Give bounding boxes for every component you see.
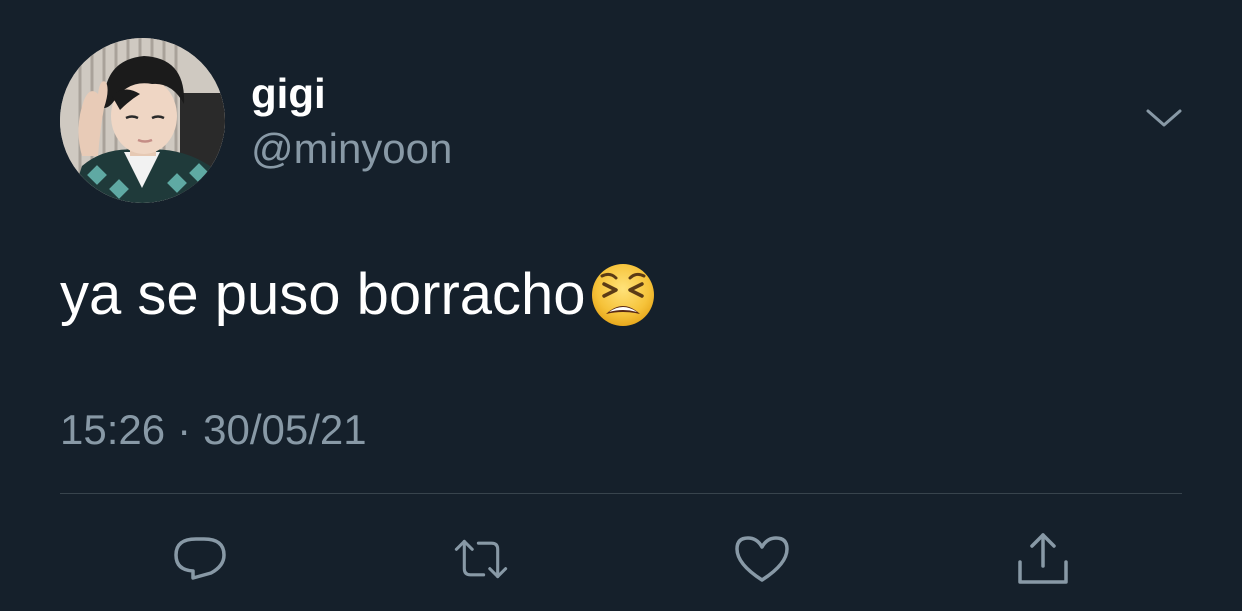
timestamp[interactable]: 15:26 · 30/05/21 — [60, 405, 367, 455]
reply-button[interactable] — [171, 530, 229, 588]
username-handle[interactable]: @minyoon — [251, 124, 452, 174]
divider — [60, 493, 1182, 494]
avatar[interactable] — [60, 38, 225, 203]
share-button[interactable] — [1014, 530, 1072, 588]
retweet-icon — [454, 539, 508, 579]
tweet-time: 15:26 — [60, 406, 166, 453]
tired-face-emoji-icon — [591, 264, 654, 326]
tweet-card: gigi @minyoon ya se puso borracho 15:26 … — [0, 0, 1242, 611]
share-icon — [1018, 533, 1068, 584]
tweet-text: ya se puso borracho — [60, 262, 656, 328]
reply-icon — [174, 537, 226, 580]
tweet-text-content: ya se puso borracho — [60, 262, 586, 327]
like-button[interactable] — [733, 530, 791, 588]
display-name[interactable]: gigi — [251, 70, 326, 118]
retweet-button[interactable] — [452, 530, 510, 588]
chevron-down-icon — [1146, 109, 1182, 127]
timestamp-separator: · — [177, 406, 192, 453]
tweet-date: 30/05/21 — [203, 406, 367, 453]
more-options-button[interactable] — [1138, 96, 1190, 140]
heart-icon — [735, 536, 789, 582]
